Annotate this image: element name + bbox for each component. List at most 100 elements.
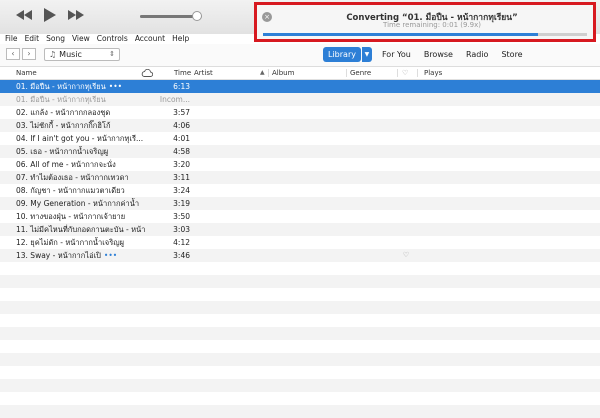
song-title: 09. My Generation - หน้ากากค่าน้ำ (16, 199, 140, 208)
song-time: 3:11 (173, 173, 190, 182)
table-row[interactable]: 07. ทำไมต้องเธอ - หน้ากากเทวดา 3:11 (0, 171, 600, 184)
song-name: 12. ยุคไม่ดัก - หน้ากากน้ำเจริญผู (16, 236, 146, 249)
song-name: 03. ไม่ชักกี้ - หน้ากากกิ๊กฮิโก้ (16, 119, 146, 132)
column-artist[interactable]: Artist (194, 67, 213, 79)
menu-controls[interactable]: Controls (97, 34, 128, 44)
song-time: 4:58 (173, 147, 190, 156)
song-time: 3:50 (173, 212, 190, 221)
more-options-icon[interactable]: ••• (104, 251, 117, 260)
column-album[interactable]: Album (272, 67, 294, 79)
table-row[interactable]: 09. My Generation - หน้ากากค่าน้ำ 3:19 (0, 197, 600, 210)
song-name: 10. ทางของฝุ่น - หน้ากากเจ้ายาย (16, 210, 146, 223)
empty-row (0, 366, 600, 379)
table-row[interactable]: 01. มือปืน - หน้ากากทุเรียน Incom... (0, 93, 600, 106)
column-divider (417, 69, 418, 77)
column-genre[interactable]: Genre (350, 67, 371, 79)
table-row[interactable]: 05. เธอ - หน้ากากน้ำเจริญผู 4:58 (0, 145, 600, 158)
column-name[interactable]: Name (16, 67, 37, 79)
close-icon[interactable]: × (262, 12, 272, 22)
menu-song[interactable]: Song (46, 34, 65, 44)
song-name: 07. ทำไมต้องเธอ - หน้ากากเทวดา (16, 171, 146, 184)
media-type-select[interactable]: ♫ Music ⇕ (44, 48, 120, 61)
column-plays[interactable]: Plays (424, 67, 442, 79)
tab-for-you[interactable]: For You (382, 47, 411, 62)
volume-fill (140, 15, 198, 18)
tab-store[interactable]: Store (501, 47, 522, 62)
song-name: 01. มือปืน - หน้ากากทุเรียน ••• (16, 80, 146, 93)
table-row[interactable]: 11. ไม่มีคไหนที่กับกอดกานตะบัน - หน้า...… (0, 223, 600, 236)
playback-controls (16, 8, 84, 22)
empty-row (0, 288, 600, 301)
chevron-updown-icon: ⇕ (109, 50, 115, 58)
volume-slider[interactable] (140, 11, 203, 21)
music-note-icon: ♫ (49, 50, 57, 59)
column-divider (346, 69, 347, 77)
volume-knob[interactable] (192, 11, 203, 21)
chevron-down-icon[interactable]: ▼ (361, 47, 372, 62)
menu-edit[interactable]: Edit (25, 34, 40, 44)
song-title: 12. ยุคไม่ดัก - หน้ากากน้ำเจริญผู (16, 238, 125, 247)
song-time: Incom... (159, 95, 190, 104)
status-display: × Converting “01. มือปืน - หน้ากากทุเรีย… (254, 2, 596, 42)
heart-icon[interactable]: ♡ (402, 67, 408, 79)
column-divider (268, 69, 269, 77)
column-headers: Name Time Artist ▲ Album Genre ♡ Plays (0, 67, 600, 80)
empty-row (0, 392, 600, 405)
song-title: 08. กัญชา - หน้ากากแมวตาเดียว (16, 186, 125, 195)
song-title: 06. All of me - หน้ากากจะนั่ง (16, 160, 116, 169)
table-row[interactable]: 10. ทางของฝุ่น - หน้ากากเจ้ายาย 3:50 (0, 210, 600, 223)
heart-icon[interactable]: ♡ (402, 249, 410, 262)
song-title: 11. ไม่มีคไหนที่กับกอดกานตะบัน - หน้า... (16, 225, 146, 234)
song-title: 03. ไม่ชักกี้ - หน้ากากกิ๊กฮิโก้ (16, 121, 111, 130)
song-name: 02. แกล้ง - หน้ากากกลองชุด (16, 106, 146, 119)
table-row[interactable]: 04. If I ain't got you - หน้ากากทุเรี...… (0, 132, 600, 145)
play-icon[interactable] (44, 8, 56, 22)
empty-row (0, 314, 600, 327)
nav-tabs: Library ▼ For You Browse Radio Store (323, 47, 536, 62)
song-name: 11. ไม่มีคไหนที่กับกอดกานตะบัน - หน้า... (16, 223, 146, 236)
song-time: 4:01 (173, 134, 190, 143)
song-time: 4:12 (173, 238, 190, 247)
menu-view[interactable]: View (72, 34, 90, 44)
tab-radio[interactable]: Radio (466, 47, 488, 62)
song-title: 01. มือปืน - หน้ากากทุเรียน (16, 82, 106, 91)
table-row[interactable]: 02. แกล้ง - หน้ากากกลองชุด 3:57 (0, 106, 600, 119)
tab-browse[interactable]: Browse (424, 47, 453, 62)
tab-library[interactable]: Library (323, 47, 361, 62)
menu-account[interactable]: Account (135, 34, 165, 44)
sort-ascending-icon: ▲ (260, 69, 265, 76)
empty-row (0, 379, 600, 392)
empty-row (0, 327, 600, 340)
song-time: 3:57 (173, 108, 190, 117)
song-time: 3:19 (173, 199, 190, 208)
song-name: 06. All of me - หน้ากากจะนั่ง (16, 158, 146, 171)
empty-row (0, 275, 600, 288)
menu-bar: File Edit Song View Controls Account Hel… (0, 34, 189, 44)
column-divider (397, 69, 398, 77)
fast-forward-icon[interactable] (68, 10, 84, 20)
song-time: 3:24 (173, 186, 190, 195)
menu-help[interactable]: Help (172, 34, 189, 44)
song-title: 01. มือปืน - หน้ากากทุเรียน (16, 95, 106, 104)
song-time: 4:06 (173, 121, 190, 130)
column-time[interactable]: Time (174, 67, 191, 79)
song-time: 6:13 (173, 82, 190, 91)
table-row[interactable]: 03. ไม่ชักกี้ - หน้ากากกิ๊กฮิโก้ 4:06 (0, 119, 600, 132)
empty-row (0, 301, 600, 314)
song-title: 07. ทำไมต้องเธอ - หน้ากากเทวดา (16, 173, 129, 182)
more-options-icon[interactable]: ••• (109, 82, 122, 91)
table-row[interactable]: 13. Sway - หน้ากากไอ่เปิ ••• 3:46 ♡ (0, 249, 600, 262)
table-row[interactable]: 12. ยุคไม่ดัก - หน้ากากน้ำเจริญผู 4:12 (0, 236, 600, 249)
back-button[interactable]: ‹ (6, 48, 20, 60)
menu-file[interactable]: File (5, 34, 18, 44)
cloud-icon[interactable] (141, 67, 154, 79)
forward-button[interactable]: › (22, 48, 36, 60)
rewind-icon[interactable] (16, 10, 32, 20)
song-title: 10. ทางของฝุ่น - หน้ากากเจ้ายาย (16, 212, 126, 221)
media-type-label: Music (59, 50, 82, 59)
table-row[interactable]: 08. กัญชา - หน้ากากแมวตาเดียว 3:24 (0, 184, 600, 197)
empty-row (0, 262, 600, 275)
empty-row (0, 353, 600, 366)
table-row[interactable]: 01. มือปืน - หน้ากากทุเรียน ••• 6:13 (0, 80, 600, 93)
table-row[interactable]: 06. All of me - หน้ากากจะนั่ง 3:20 (0, 158, 600, 171)
